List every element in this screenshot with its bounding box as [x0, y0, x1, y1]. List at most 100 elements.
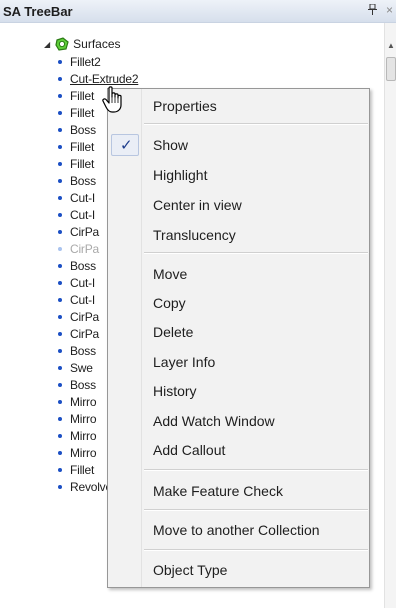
menu-item-label: Highlight [153, 167, 208, 183]
bullet-icon [58, 484, 62, 489]
menu-item-object-type[interactable]: Object Type [108, 557, 369, 583]
tree-item-label: Cut-I [70, 207, 96, 222]
menu-item-label: Delete [153, 324, 194, 340]
menu-separator [144, 123, 368, 125]
tree-item-label: Boss [70, 173, 96, 188]
bullet-icon [58, 331, 62, 336]
menu-item-copy[interactable]: Copy [108, 290, 369, 316]
menu-separator [144, 509, 368, 511]
bullet-icon [58, 433, 62, 438]
menu-item-translucency[interactable]: Translucency [108, 222, 369, 248]
tree-item-label: Mirro [70, 428, 97, 443]
menu-item-label: Make Feature Check [153, 483, 283, 499]
bullet-icon [58, 416, 62, 421]
menu-item-label: Translucency [153, 227, 236, 243]
bullet-icon [58, 195, 62, 200]
menu-item-show[interactable]: ✓ Show [108, 132, 369, 158]
tree-item-label: Cut-Extrude2 [70, 71, 139, 86]
bullet-icon [58, 365, 62, 370]
bullet-icon [58, 76, 62, 81]
menu-item-center-in-view[interactable]: Center in view [108, 192, 369, 218]
tree-item-label: Boss [70, 343, 96, 358]
tree-item-label: Mirro [70, 445, 97, 460]
menu-item-label: Move [153, 266, 188, 282]
menu-separator [144, 549, 368, 551]
tree-root-label: Surfaces [73, 37, 121, 51]
menu-item-history[interactable]: History [108, 378, 369, 404]
hand-pointer-icon [102, 86, 122, 113]
menu-separator [144, 252, 368, 254]
bullet-icon [58, 399, 62, 404]
menu-item-label: History [153, 383, 197, 399]
bullet-icon [58, 144, 62, 149]
tree-root-surfaces[interactable]: ◢ Surfaces [44, 35, 121, 53]
menu-item-make-feature-check[interactable]: Make Feature Check [108, 478, 369, 504]
bullet-icon [58, 382, 62, 387]
tree-item-label: Fillet [70, 139, 95, 154]
menu-item-label: Properties [153, 98, 217, 114]
menu-item-label: Center in view [153, 197, 242, 213]
tree-item-label: CirPa [70, 224, 100, 239]
bullet-icon [58, 127, 62, 132]
tree-item-label: Fillet [70, 88, 95, 103]
menu-item-move[interactable]: Move [108, 261, 369, 287]
tree-item-label: Mirro [70, 394, 97, 409]
tree-item-label: Cut-I [70, 275, 96, 290]
menu-separator [144, 469, 368, 471]
tree-item-label: Mirro [70, 411, 97, 426]
tree-item-label: Fillet [70, 105, 95, 120]
menu-item-label: Move to another Collection [153, 522, 320, 538]
checked-indicator: ✓ [111, 134, 139, 156]
menu-item-move-to-another-collection[interactable]: Move to another Collection [108, 517, 369, 543]
tree-item-label: CirPa [70, 309, 100, 324]
bullet-icon [58, 178, 62, 183]
bullet-icon [58, 467, 62, 472]
tree-item-label: Swe [70, 360, 93, 375]
scroll-thumb[interactable] [386, 57, 396, 81]
tree-item-label: CirPa [70, 326, 100, 341]
menu-item-properties[interactable]: Properties [108, 93, 369, 119]
bullet-icon [58, 280, 62, 285]
menu-item-layer-info[interactable]: Layer Info [108, 349, 369, 375]
context-menu: Properties ✓ Show Highlight Center in vi… [107, 88, 370, 588]
bullet-icon [58, 212, 62, 217]
bullet-icon [58, 161, 62, 166]
menu-item-label: Object Type [153, 562, 228, 578]
bullet-icon [58, 297, 62, 302]
tree-item-label: Boss [70, 258, 96, 273]
checkmark-icon: ✓ [120, 137, 133, 154]
tree-item-label: Fillet [70, 156, 95, 171]
tree-item-label: Fillet2 [70, 54, 101, 69]
sa-treebar-panel: SA TreeBar × ◢ Surfaces Fillet2 Cut-Extr… [0, 0, 396, 608]
vertical-scrollbar[interactable]: ▲ [384, 23, 396, 608]
surface-collection-icon [55, 37, 69, 51]
tree-item-label: Boss [70, 377, 96, 392]
bullet-icon [58, 246, 62, 251]
panel-title: SA TreeBar [3, 4, 73, 19]
bullet-icon [58, 450, 62, 455]
menu-item-label: Add Callout [153, 442, 226, 458]
menu-item-highlight[interactable]: Highlight [108, 162, 369, 188]
panel-title-bar[interactable]: SA TreeBar × [0, 0, 396, 23]
bullet-icon [58, 229, 62, 234]
bullet-icon [58, 348, 62, 353]
tree-item-label: Cut-I [70, 292, 96, 307]
pin-icon[interactable] [368, 3, 377, 18]
bullet-icon [58, 93, 62, 98]
bullet-icon [58, 263, 62, 268]
menu-item-label: Layer Info [153, 354, 216, 370]
menu-item-label: Show [153, 137, 189, 153]
menu-item-label: Copy [153, 295, 186, 311]
menu-item-add-callout[interactable]: Add Callout [108, 437, 369, 463]
expand-triangle-icon[interactable]: ◢ [44, 40, 50, 49]
bullet-icon [58, 110, 62, 115]
close-icon[interactable]: × [386, 3, 393, 17]
tree-item[interactable]: Fillet2 [58, 53, 138, 70]
tree-item-label: Fillet [70, 462, 95, 477]
tree-item-label: Boss [70, 122, 96, 137]
scroll-up-arrow-icon[interactable]: ▲ [387, 41, 395, 50]
menu-item-delete[interactable]: Delete [108, 319, 369, 345]
menu-item-label: Add Watch Window [153, 413, 275, 429]
bullet-icon [58, 314, 62, 319]
menu-item-add-watch-window[interactable]: Add Watch Window [108, 408, 369, 434]
